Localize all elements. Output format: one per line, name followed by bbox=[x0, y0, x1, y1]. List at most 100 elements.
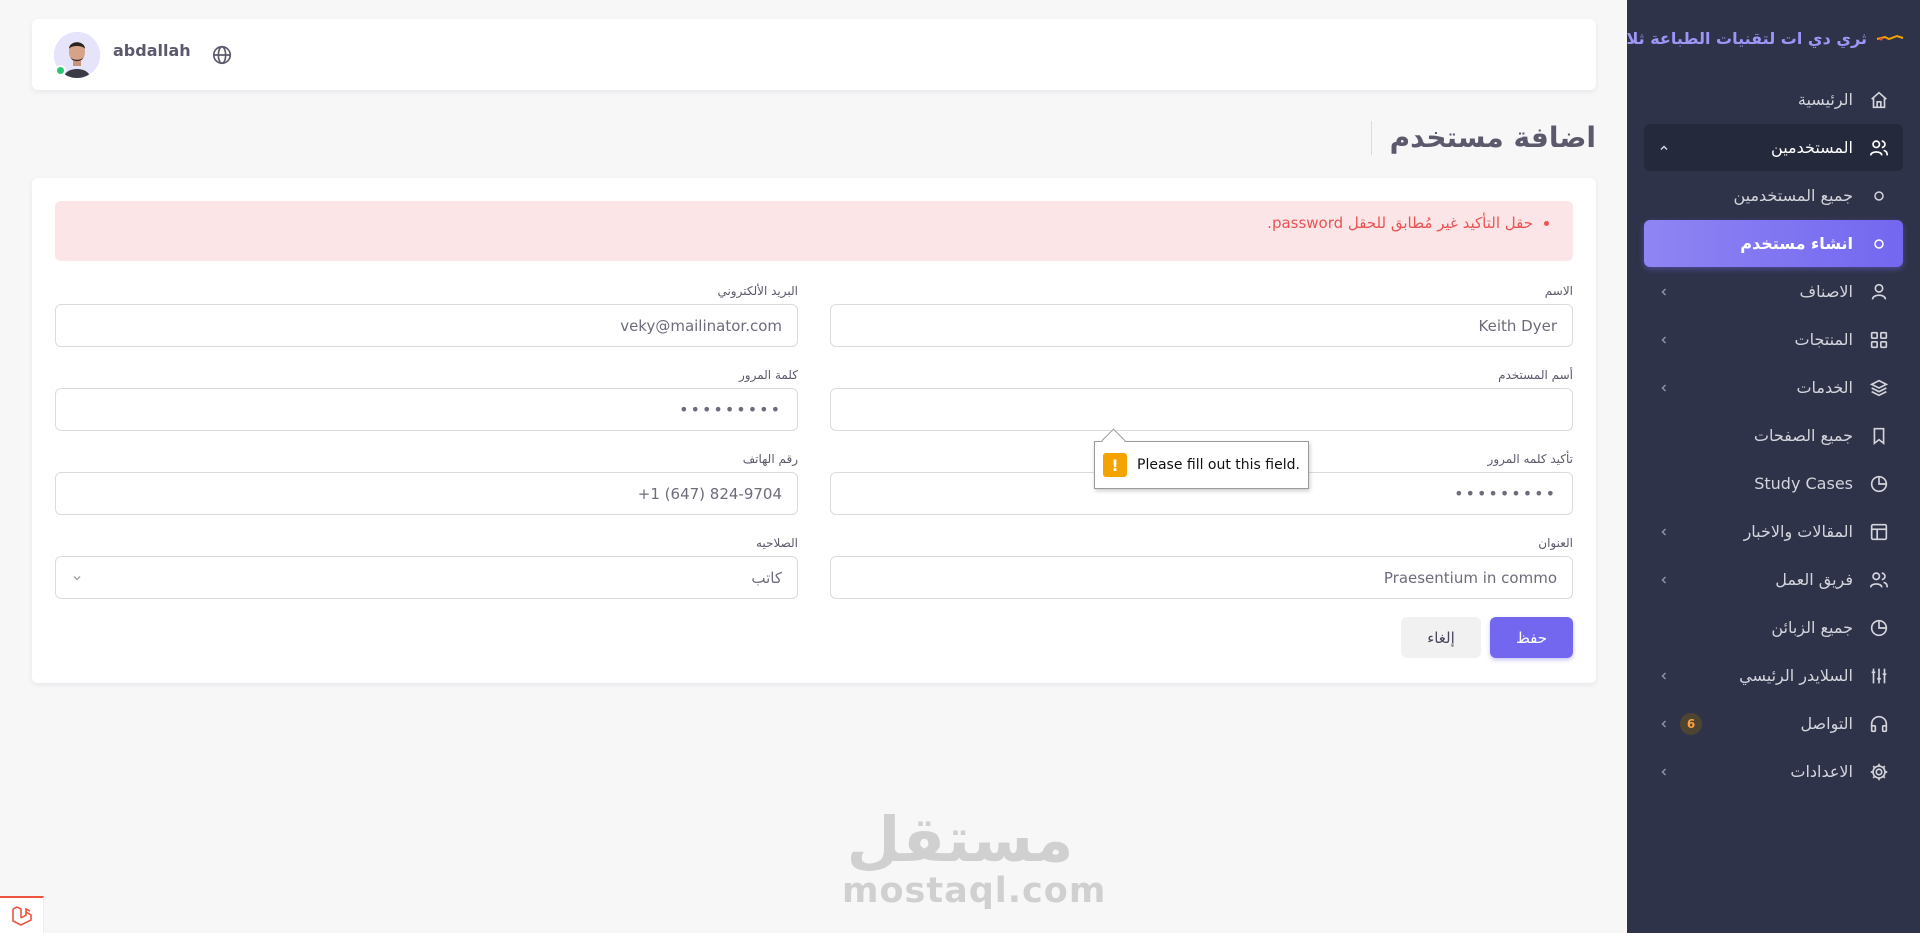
bookmark-icon bbox=[1867, 424, 1891, 448]
team-icon bbox=[1867, 568, 1891, 592]
email-group: البريد الألكتروني bbox=[55, 284, 798, 347]
username-input[interactable] bbox=[830, 388, 1573, 431]
password-group: كلمة المرور bbox=[55, 368, 798, 431]
sidebar-item-label: انشاء مستخدم bbox=[1740, 234, 1853, 253]
globe-icon[interactable] bbox=[210, 43, 234, 67]
watermark-latin: mostaql.com bbox=[842, 871, 1107, 911]
circle-icon bbox=[1867, 184, 1891, 208]
home-icon bbox=[1867, 88, 1891, 112]
settings-icon bbox=[1867, 760, 1891, 784]
address-input[interactable] bbox=[830, 556, 1573, 599]
name-label: الاسم bbox=[1544, 284, 1573, 298]
sidebar-item-label: الاصناف bbox=[1799, 282, 1853, 301]
chevron-left-icon bbox=[1656, 668, 1672, 684]
sidebar-item-categories[interactable]: الاصناف bbox=[1644, 268, 1903, 315]
brand-name: ثري دي ات لتقنيات الطباعة ثلاثية الأبعاد bbox=[1627, 28, 1867, 48]
role-label: الصلاحيه bbox=[755, 536, 798, 550]
sidebar-item-users[interactable]: المستخدمين bbox=[1644, 124, 1903, 171]
phone-group: رقم الهاتف bbox=[55, 452, 798, 515]
chevron-down-icon bbox=[71, 572, 83, 584]
chevron-left-icon bbox=[1656, 524, 1672, 540]
sidebar-item-label: جميع الصفحات bbox=[1753, 426, 1853, 445]
sidebar-item-label: الاعدادات bbox=[1790, 762, 1853, 781]
sidebar-subitem-create-user[interactable]: انشاء مستخدم bbox=[1644, 220, 1903, 267]
sidebar-subitem-all-users[interactable]: جميع المستخدمين bbox=[1644, 172, 1903, 219]
chevron-left-icon bbox=[1656, 380, 1672, 396]
sidebar-item-label: السلايدر الرئيسي bbox=[1739, 666, 1853, 685]
sidebar-item-settings[interactable]: الاعدادات bbox=[1644, 748, 1903, 795]
sidebar-item-label: Study Cases bbox=[1754, 474, 1853, 493]
cancel-button[interactable]: إلغاء bbox=[1401, 617, 1481, 658]
validation-error-alert: حقل التأكيد غير مُطابق للحقل password. bbox=[55, 201, 1573, 261]
sidebar-item-label: التواصل bbox=[1800, 714, 1853, 733]
sidebar-item-articles[interactable]: المقالات والاخبار bbox=[1644, 508, 1903, 555]
sidebar-item-clients[interactable]: جميع الزبائن bbox=[1644, 604, 1903, 651]
sidebar-item-team[interactable]: فريق العمل bbox=[1644, 556, 1903, 603]
password-input[interactable] bbox=[55, 388, 798, 431]
laravel-debugbar-icon[interactable] bbox=[0, 896, 44, 933]
chevron-left-icon bbox=[1656, 284, 1672, 300]
name-input[interactable] bbox=[830, 304, 1573, 347]
email-label: البريد الألكتروني bbox=[717, 284, 798, 298]
watermark: مستقل mostaql.com bbox=[842, 803, 1107, 911]
phone-label: رقم الهاتف bbox=[742, 452, 798, 466]
avatar[interactable] bbox=[54, 31, 100, 78]
sidebar-nav: الرئيسية المستخدمين جميع المستخدمين انشا… bbox=[1627, 76, 1920, 795]
sidebar-item-label: المنتجات bbox=[1794, 330, 1854, 349]
tooltip-message: Please fill out this field. bbox=[1137, 457, 1300, 473]
required-field-tooltip: ! Please fill out this field. bbox=[1094, 441, 1309, 489]
sidebar-item-contact[interactable]: التواصل 6 bbox=[1644, 700, 1903, 747]
save-button[interactable]: حفظ bbox=[1490, 617, 1573, 658]
layers-icon bbox=[1867, 376, 1891, 400]
email-input[interactable] bbox=[55, 304, 798, 347]
sidebar-item-label: جميع المستخدمين bbox=[1733, 186, 1853, 205]
headphones-icon bbox=[1867, 712, 1891, 736]
sidebar-item-pages[interactable]: جميع الصفحات bbox=[1644, 412, 1903, 459]
grid-icon bbox=[1867, 328, 1891, 352]
sidebar-item-main-slider[interactable]: السلايدر الرئيسي bbox=[1644, 652, 1903, 699]
name-group: الاسم bbox=[830, 284, 1573, 347]
sidebar-item-home[interactable]: الرئيسية bbox=[1644, 76, 1903, 123]
sidebar-item-label: المستخدمين bbox=[1771, 138, 1853, 157]
warning-icon: ! bbox=[1103, 453, 1127, 477]
sidebar-item-products[interactable]: المنتجات bbox=[1644, 316, 1903, 363]
address-group: العنوان bbox=[830, 536, 1573, 599]
sidebar-item-label: الخدمات bbox=[1796, 378, 1853, 397]
sidebar-item-study-cases[interactable]: Study Cases bbox=[1644, 460, 1903, 507]
watermark-arabic: مستقل bbox=[846, 803, 1074, 876]
sidebar: ثري دي ات لتقنيات الطباعة ثلاثية الأبعاد… bbox=[1627, 0, 1920, 933]
role-select[interactable]: كاتب bbox=[55, 556, 798, 599]
chevron-left-icon bbox=[1656, 764, 1672, 780]
pie-chart-icon bbox=[1867, 616, 1891, 640]
top-navbar: abdallah bbox=[32, 19, 1596, 90]
user-icon bbox=[1867, 280, 1891, 304]
circle-icon bbox=[1867, 232, 1891, 256]
chevron-up-icon bbox=[1656, 140, 1672, 156]
notification-badge: 6 bbox=[1680, 712, 1702, 735]
brand[interactable]: ثري دي ات لتقنيات الطباعة ثلاثية الأبعاد bbox=[1627, 0, 1920, 76]
layout-icon bbox=[1867, 520, 1891, 544]
create-user-card: حقل التأكيد غير مُطابق للحقل password. ا… bbox=[32, 178, 1596, 683]
pie-chart-icon bbox=[1867, 472, 1891, 496]
password-label: كلمة المرور bbox=[738, 368, 798, 382]
sidebar-item-label: جميع الزبائن bbox=[1771, 618, 1853, 637]
phone-input[interactable] bbox=[55, 472, 798, 515]
sidebar-item-label: فريق العمل bbox=[1775, 570, 1853, 589]
sidebar-item-label: المقالات والاخبار bbox=[1743, 522, 1853, 541]
sidebar-item-services[interactable]: الخدمات bbox=[1644, 364, 1903, 411]
address-label: العنوان bbox=[1538, 536, 1573, 550]
chevron-left-icon bbox=[1656, 572, 1672, 588]
role-selected-value: كاتب bbox=[751, 568, 782, 587]
brand-logo-icon bbox=[1875, 31, 1905, 45]
sliders-icon bbox=[1867, 664, 1891, 688]
alert-message: حقل التأكيد غير مُطابق للحقل password. bbox=[55, 214, 1533, 232]
online-status-dot bbox=[55, 64, 66, 76]
username-label: أسم المستخدم bbox=[1498, 368, 1573, 382]
username: abdallah bbox=[113, 41, 191, 60]
role-group: الصلاحيه كاتب bbox=[55, 536, 798, 599]
chevron-left-icon bbox=[1656, 716, 1672, 732]
chevron-left-icon bbox=[1656, 332, 1672, 348]
page-title: اضافة مستخدم bbox=[1370, 121, 1596, 155]
sidebar-item-label: الرئيسية bbox=[1797, 90, 1853, 109]
users-icon bbox=[1867, 136, 1891, 160]
